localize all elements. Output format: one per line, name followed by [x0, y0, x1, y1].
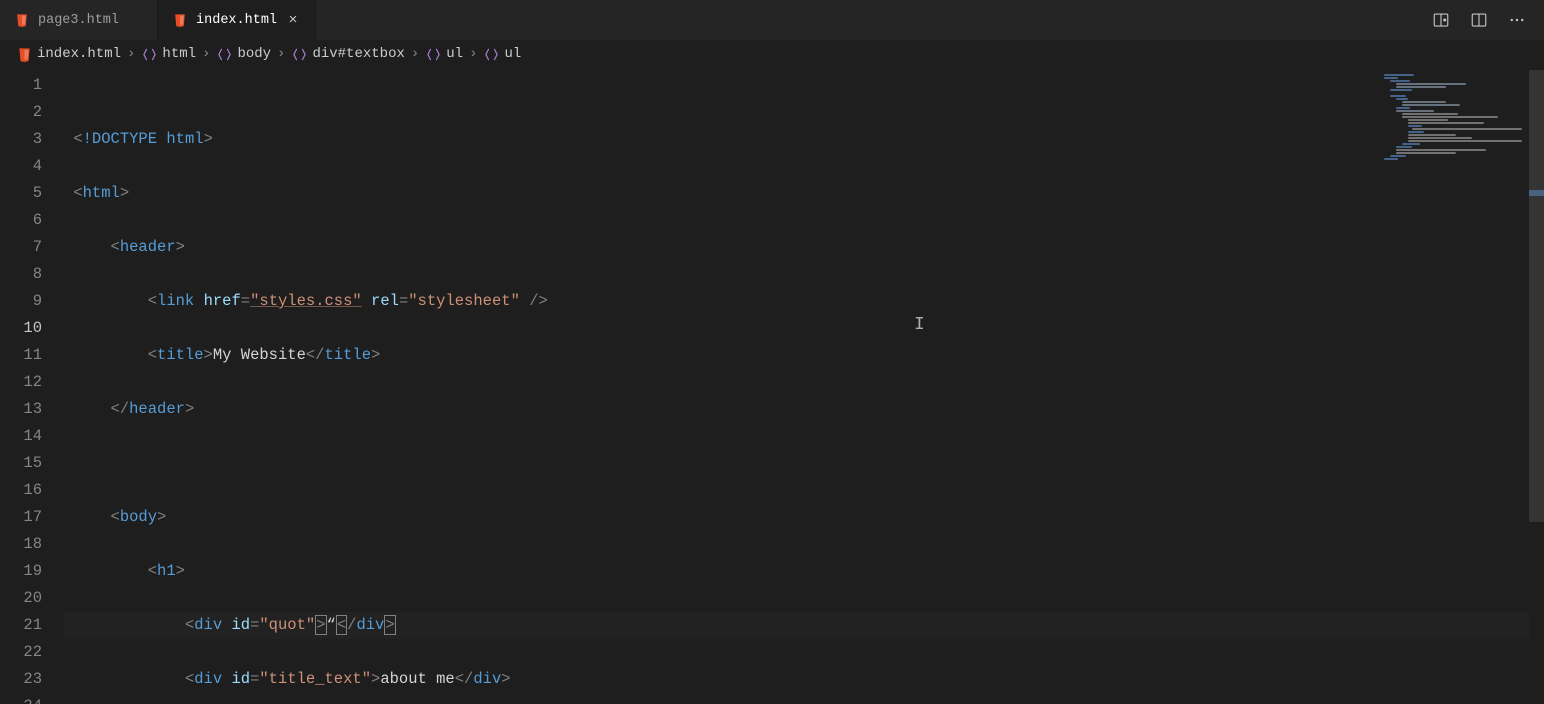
- chevron-right-icon: ›: [127, 46, 135, 62]
- editor[interactable]: 1 2 3 4 5 6 7 8 9 10 11 12 13 14 15 16 1…: [0, 68, 1544, 704]
- editor-actions: [1430, 9, 1544, 31]
- breadcrumb: index.html › html › body › div#textbox ›…: [0, 40, 1544, 68]
- tab-page3[interactable]: page3.html ×: [0, 0, 158, 40]
- tab-label: page3.html: [38, 13, 119, 28]
- chevron-right-icon: ›: [277, 46, 285, 62]
- html-file-icon: [16, 46, 32, 62]
- html-file-icon: [172, 12, 188, 28]
- tab-index[interactable]: index.html ×: [158, 0, 316, 40]
- more-icon[interactable]: [1506, 9, 1528, 31]
- symbol-icon: [425, 46, 441, 62]
- chevron-right-icon: ›: [202, 46, 210, 62]
- breadcrumb-ul-nested[interactable]: ul: [484, 46, 522, 62]
- split-preview-icon[interactable]: [1430, 9, 1452, 31]
- code-area[interactable]: I <!DOCTYPE html> <html> <header> <link …: [64, 68, 1544, 704]
- text-cursor-icon: I: [914, 312, 925, 339]
- breadcrumb-html[interactable]: html: [141, 46, 196, 62]
- breadcrumb-body[interactable]: body: [216, 46, 271, 62]
- symbol-icon: [291, 46, 307, 62]
- tab-label: index.html: [196, 13, 277, 28]
- split-editor-icon[interactable]: [1468, 9, 1490, 31]
- chevron-right-icon: ›: [469, 46, 477, 62]
- symbol-icon: [141, 46, 157, 62]
- close-icon[interactable]: ×: [285, 12, 301, 28]
- symbol-icon: [216, 46, 232, 62]
- breadcrumb-file[interactable]: index.html: [16, 46, 121, 62]
- line-number-gutter: 1 2 3 4 5 6 7 8 9 10 11 12 13 14 15 16 1…: [0, 68, 64, 704]
- breadcrumb-div-textbox[interactable]: div#textbox: [291, 46, 404, 62]
- overview-ruler[interactable]: [1529, 70, 1544, 702]
- tab-bar: page3.html × index.html ×: [0, 0, 1544, 40]
- symbol-icon: [484, 46, 500, 62]
- chevron-right-icon: ›: [411, 46, 419, 62]
- breadcrumb-ul[interactable]: ul: [425, 46, 463, 62]
- html-file-icon: [14, 12, 30, 28]
